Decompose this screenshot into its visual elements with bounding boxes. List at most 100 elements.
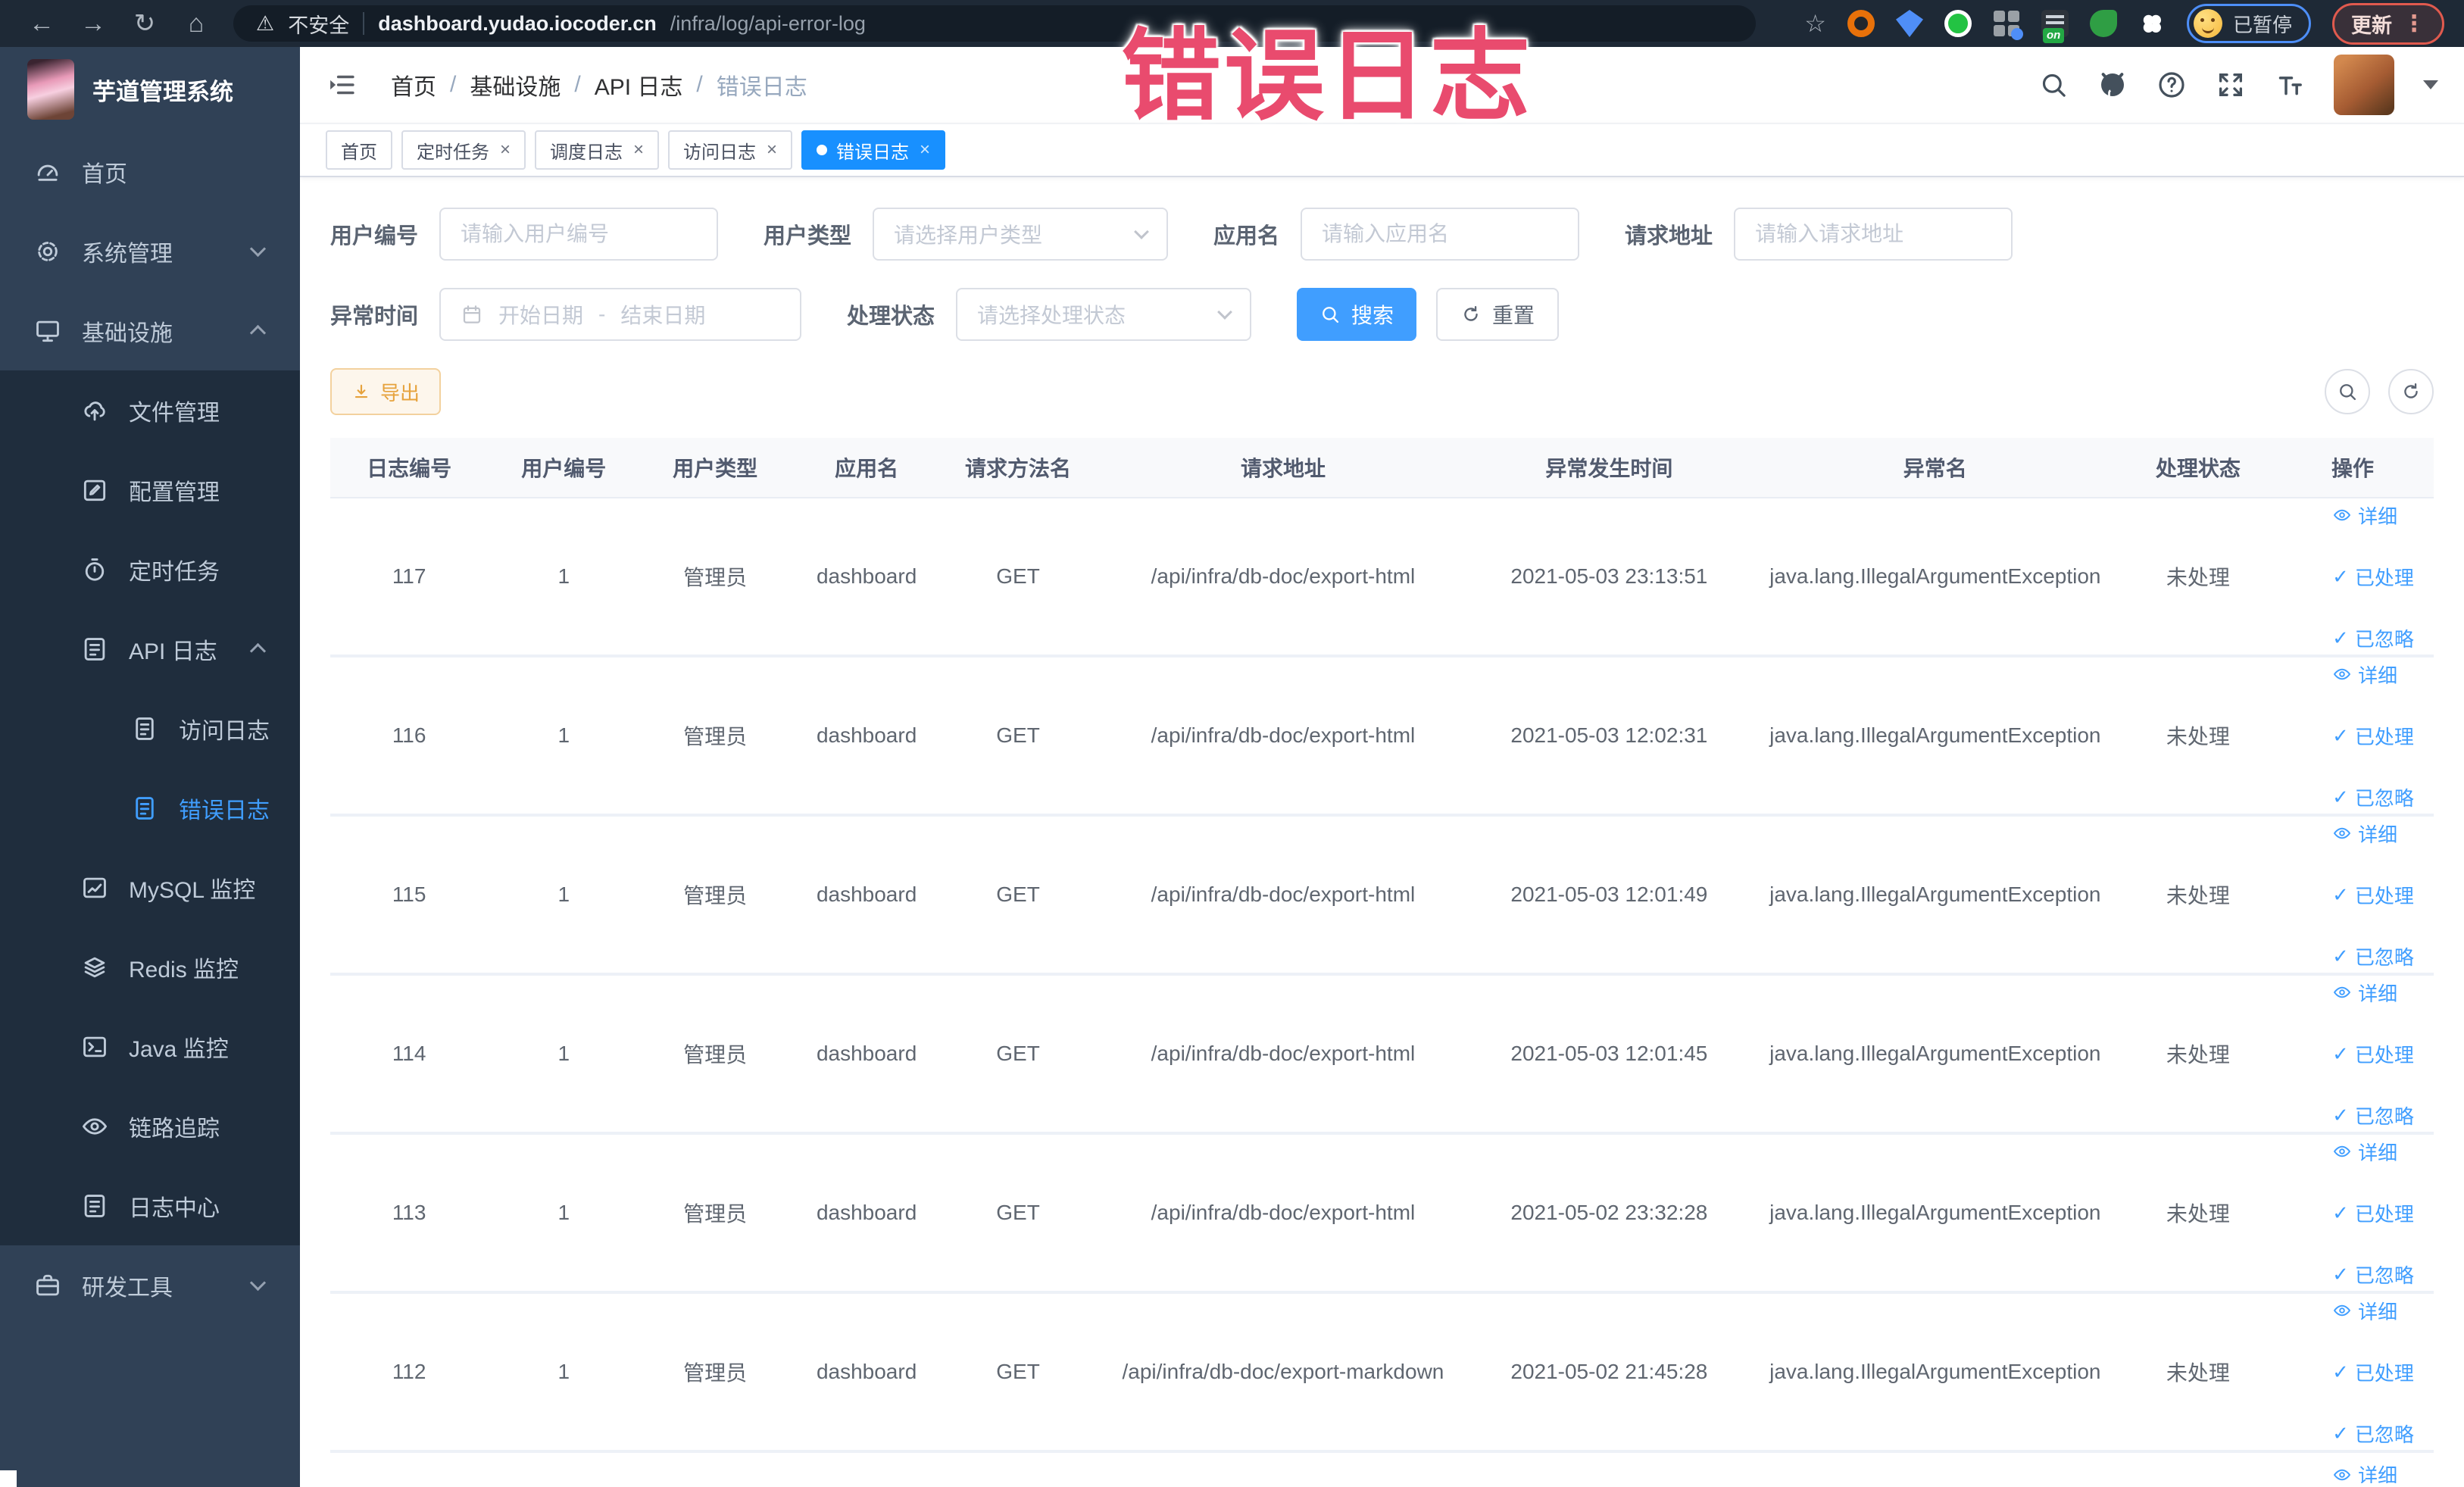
cell-method: GET	[996, 1360, 1040, 1383]
cell-actions: 详细 ✓ 已处理 ✓ 已忽略	[2272, 1297, 2434, 1448]
breadcrumb-item[interactable]: API 日志	[595, 68, 683, 102]
forward-icon[interactable]: →	[71, 9, 115, 39]
extension-orange-icon[interactable]	[1847, 10, 1875, 37]
detail-link[interactable]: 详细	[2332, 661, 2397, 689]
breadcrumb-item[interactable]: 错误日志	[717, 68, 807, 102]
check-icon: ✓	[2332, 1042, 2349, 1065]
sidebar-item[interactable]: 基础设施	[0, 291, 300, 370]
breadcrumb-item[interactable]: 首页	[391, 68, 436, 102]
sidebar-item[interactable]: 定时任务	[0, 530, 300, 609]
mark-ignored-link[interactable]: ✓ 已忽略	[2332, 1261, 2414, 1289]
reset-button[interactable]: 重置	[1436, 288, 1560, 341]
detail-link[interactable]: 详细	[2332, 1297, 2397, 1325]
extension-green-icon[interactable]	[1944, 10, 1972, 37]
sidebar-item[interactable]: 错误日志	[0, 768, 300, 848]
mark-ignored-link[interactable]: ✓ 已忽略	[2332, 783, 2414, 811]
browser-update-button[interactable]: 更新 ⋮	[2332, 2, 2444, 45]
detail-link[interactable]: 详细	[2332, 1460, 2397, 1483]
search-icon[interactable]	[2038, 70, 2069, 100]
extension-grid-icon[interactable]	[1993, 10, 2023, 40]
extension-switch-icon[interactable]: on	[2041, 10, 2069, 43]
sidebar-item[interactable]: Java 监控	[0, 1007, 300, 1086]
github-icon[interactable]	[2097, 70, 2128, 100]
user-type-select[interactable]: 请选择用户类型	[873, 208, 1169, 261]
sidebar-item[interactable]: 配置管理	[0, 450, 300, 530]
mark-ignored-link[interactable]: ✓ 已忽略	[2332, 942, 2414, 970]
mark-processed-link[interactable]: ✓ 已处理	[2332, 1199, 2414, 1227]
check-icon: ✓	[2332, 1360, 2349, 1383]
view-tab[interactable]: 定时任务 ×	[401, 130, 526, 170]
close-icon[interactable]: ×	[500, 139, 511, 161]
process-status-select[interactable]: 请选择处理状态	[956, 288, 1252, 341]
sidebar-item[interactable]: 文件管理	[0, 370, 300, 450]
view-tab[interactable]: 错误日志 ×	[801, 130, 946, 170]
detail-link[interactable]: 详细	[2332, 1138, 2397, 1166]
reload-icon[interactable]: ↻	[123, 8, 167, 39]
sidebar-item[interactable]: API 日志	[0, 609, 300, 689]
back-icon[interactable]: ←	[20, 9, 64, 39]
app-name-input[interactable]	[1301, 208, 1580, 261]
cell-log-id: 112	[392, 1360, 426, 1383]
sidebar-item[interactable]: 首页	[0, 132, 300, 211]
user-avatar[interactable]	[2334, 55, 2394, 115]
toggle-search-button[interactable]	[2325, 369, 2370, 414]
breadcrumb-separator: /	[696, 72, 703, 97]
mark-processed-link[interactable]: ✓ 已处理	[2332, 563, 2414, 591]
extension-blue-shield-icon[interactable]	[1895, 10, 1923, 37]
avatar-caret-icon[interactable]	[2423, 80, 2438, 89]
sidebar-toggle-icon[interactable]	[326, 69, 358, 101]
table-row: 116 1 管理员 dashboard GET /api/infra/db-do…	[330, 658, 2434, 817]
profile-paused-button[interactable]: 已暂停	[2186, 4, 2311, 43]
browser-menu-icon[interactable]: ⋮	[2403, 11, 2425, 37]
refresh-button[interactable]	[2388, 369, 2434, 414]
view-tab[interactable]: 首页	[326, 130, 392, 170]
mark-ignored-link[interactable]: ✓ 已忽略	[2332, 1101, 2414, 1129]
extensions-puzzle-icon[interactable]	[2138, 10, 2166, 37]
sidebar-item[interactable]: 系统管理	[0, 211, 300, 291]
request-url-label: 请求地址	[1625, 224, 1713, 248]
mark-processed-link[interactable]: ✓ 已处理	[2332, 1040, 2414, 1068]
mark-ignored-link[interactable]: ✓ 已忽略	[2332, 1420, 2414, 1448]
close-icon[interactable]: ×	[633, 139, 644, 161]
cell-log-id: 114	[392, 1042, 426, 1065]
app-logo[interactable]: 芋道管理系统	[0, 47, 300, 132]
sidebar-item[interactable]: 链路追踪	[0, 1086, 300, 1166]
security-label[interactable]: 不安全	[288, 9, 349, 39]
font-size-icon[interactable]	[2275, 70, 2305, 100]
mark-processed-link[interactable]: ✓ 已处理	[2332, 881, 2414, 909]
mark-processed-link[interactable]: ✓ 已处理	[2332, 722, 2414, 750]
sidebar-item[interactable]: 研发工具	[0, 1245, 300, 1325]
view-tab[interactable]: 访问日志 ×	[668, 130, 793, 170]
home-icon[interactable]: ⌂	[174, 9, 218, 39]
close-icon[interactable]: ×	[767, 139, 777, 161]
detail-link[interactable]: 详细	[2332, 820, 2397, 848]
exception-time-range-picker[interactable]: 开始日期 - 结束日期	[439, 288, 802, 341]
mark-ignored-link[interactable]: ✓ 已忽略	[2332, 624, 2414, 652]
url-path: /infra/log/api-error-log	[670, 11, 866, 35]
detail-link[interactable]: 详细	[2332, 979, 2397, 1007]
start-date-placeholder: 开始日期	[498, 304, 584, 327]
bookmark-star-icon[interactable]: ☆	[1804, 9, 1826, 38]
sidebar-item[interactable]: 日志中心	[0, 1166, 300, 1245]
user-id-input[interactable]	[439, 208, 719, 261]
close-icon[interactable]: ×	[920, 139, 930, 161]
doc-icon	[130, 714, 159, 743]
extension-leaf-icon[interactable]	[2089, 10, 2117, 37]
fullscreen-icon[interactable]	[2216, 70, 2246, 100]
cell-user-type: 管理员	[683, 725, 748, 748]
search-button[interactable]: 搜索	[1297, 288, 1417, 341]
help-icon[interactable]	[2156, 70, 2187, 100]
cell-method: GET	[996, 1201, 1040, 1224]
view-tab-label: 错误日志	[836, 142, 910, 163]
sidebar-item[interactable]: MySQL 监控	[0, 848, 300, 927]
breadcrumb-item[interactable]: 基础设施	[470, 68, 561, 102]
breadcrumb-separator: /	[450, 72, 457, 97]
mark-processed-link[interactable]: ✓ 已处理	[2332, 1358, 2414, 1386]
sidebar-item[interactable]: 访问日志	[0, 689, 300, 768]
sidebar-item[interactable]: Redis 监控	[0, 927, 300, 1007]
detail-link[interactable]: 详细	[2332, 501, 2397, 530]
export-button[interactable]: 导出	[330, 368, 442, 415]
view-tab[interactable]: 调度日志 ×	[535, 130, 660, 170]
chevron-icon	[249, 324, 267, 342]
request-url-input[interactable]	[1734, 208, 2013, 261]
